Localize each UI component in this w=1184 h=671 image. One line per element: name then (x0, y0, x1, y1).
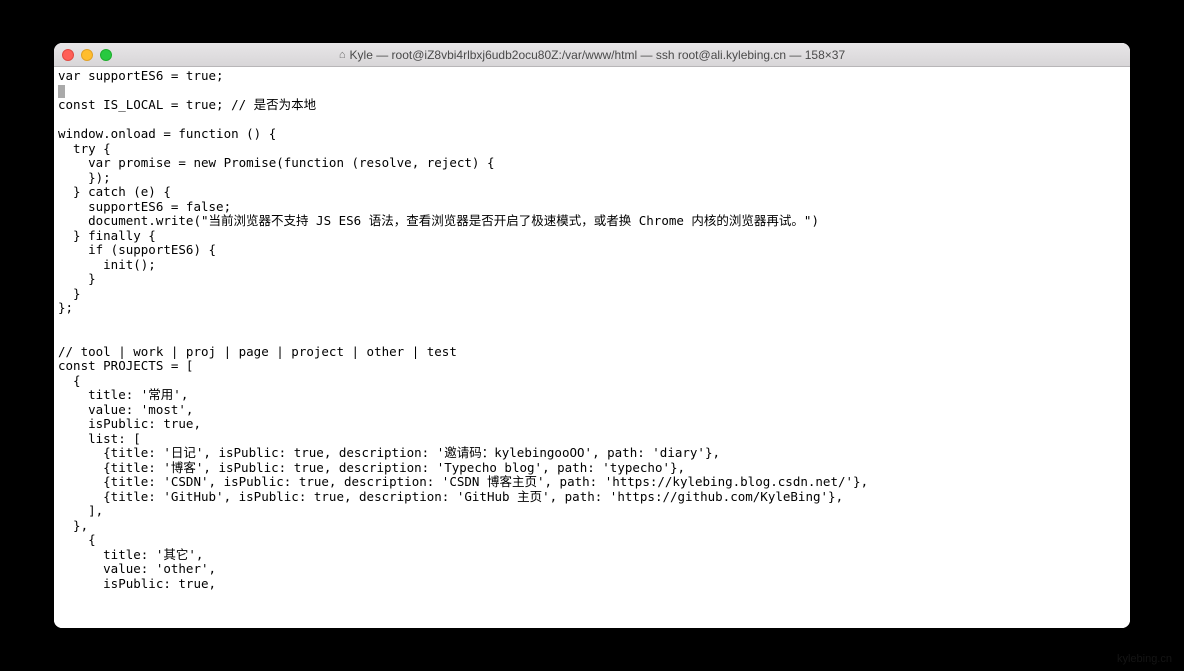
code-line: } (58, 271, 96, 286)
code-line: const IS_LOCAL = true; // 是否为本地 (58, 97, 316, 112)
terminal-content[interactable]: var supportES6 = true; const IS_LOCAL = … (54, 67, 1130, 628)
code-line: document.write("当前浏览器不支持 JS ES6 语法，查看浏览器… (58, 213, 819, 228)
code-line: value: 'most', (58, 402, 193, 417)
code-line: window.onload = function () { (58, 126, 276, 141)
code-line: title: '其它', (58, 547, 203, 562)
code-line: }); (58, 170, 111, 185)
close-button[interactable] (62, 49, 74, 61)
code-line: const PROJECTS = [ (58, 358, 193, 373)
code-line: isPublic: true, (58, 416, 201, 431)
code-line: {title: '日记', isPublic: true, descriptio… (58, 445, 720, 460)
code-line: {title: 'GitHub', isPublic: true, descri… (58, 489, 843, 504)
window-title: ⌂ Kyle — root@iZ8vbi4rlbxj6udb2ocu80Z:/v… (54, 48, 1130, 62)
code-line: ], (58, 503, 103, 518)
code-line: isPublic: true, (58, 576, 216, 591)
code-line: {title: 'CSDN', isPublic: true, descript… (58, 474, 868, 489)
terminal-window: ⌂ Kyle — root@iZ8vbi4rlbxj6udb2ocu80Z:/v… (54, 43, 1130, 628)
code-line: }, (58, 518, 88, 533)
cursor (58, 85, 65, 98)
code-line: { (58, 532, 96, 547)
maximize-button[interactable] (100, 49, 112, 61)
code-line: { (58, 373, 81, 388)
watermark: kylebing.cn (1117, 653, 1172, 665)
code-line: // tool | work | proj | page | project |… (58, 344, 457, 359)
home-icon: ⌂ (339, 49, 346, 61)
code-line: if (supportES6) { (58, 242, 216, 257)
code-line: var supportES6 = true; (58, 68, 224, 83)
code-line: }; (58, 300, 73, 315)
code-line: value: 'other', (58, 561, 216, 576)
code-line: init(); (58, 257, 156, 272)
code-line: try { (58, 141, 111, 156)
code-line: } finally { (58, 228, 156, 243)
code-line: supportES6 = false; (58, 199, 231, 214)
minimize-button[interactable] (81, 49, 93, 61)
code-line: } (58, 286, 81, 301)
window-title-text: Kyle — root@iZ8vbi4rlbxj6udb2ocu80Z:/var… (350, 48, 846, 62)
titlebar[interactable]: ⌂ Kyle — root@iZ8vbi4rlbxj6udb2ocu80Z:/v… (54, 43, 1130, 67)
code-line: title: '常用', (58, 387, 188, 402)
code-line: {title: '博客', isPublic: true, descriptio… (58, 460, 685, 475)
traffic-lights (62, 49, 112, 61)
code-line: list: [ (58, 431, 141, 446)
code-line: } catch (e) { (58, 184, 171, 199)
code-line: var promise = new Promise(function (reso… (58, 155, 495, 170)
